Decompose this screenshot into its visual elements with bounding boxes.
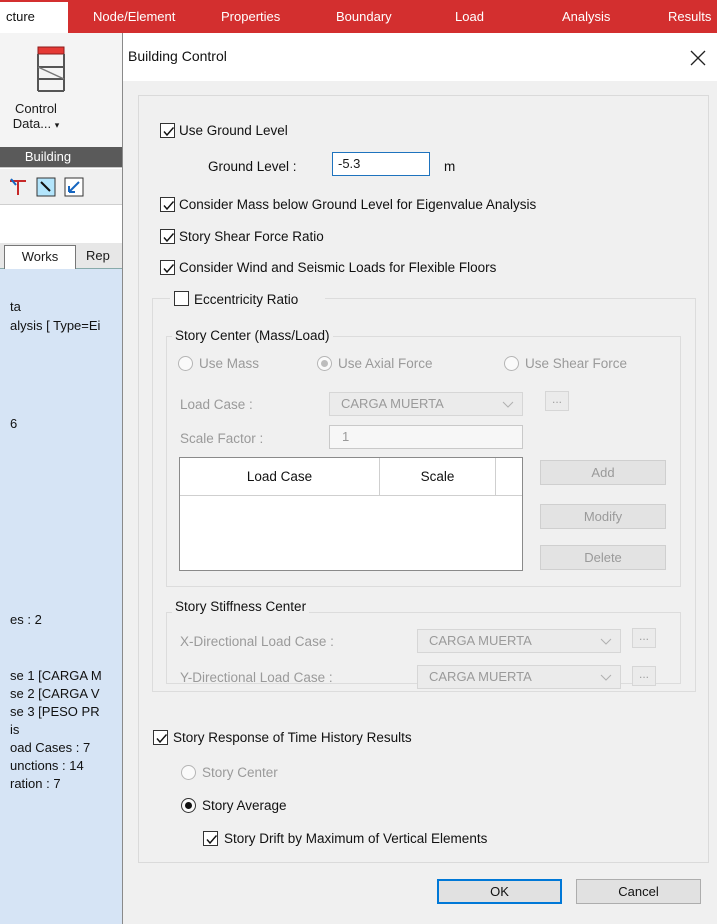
story-drift-checkbox[interactable]	[203, 831, 218, 846]
checkmark-icon	[156, 734, 168, 744]
select-polygon-icon[interactable]	[64, 177, 84, 197]
x-load-case-value: CARGA MUERTA	[429, 633, 532, 648]
ground-level-input[interactable]: -5.3	[332, 152, 430, 176]
checkmark-icon	[163, 233, 175, 243]
story-shear-checkbox[interactable]	[160, 229, 175, 244]
grid-header-load-case[interactable]: Load Case	[180, 458, 380, 496]
ok-button[interactable]: OK	[437, 879, 562, 904]
time-history-checkbox[interactable]	[153, 730, 168, 745]
checkmark-icon	[163, 264, 175, 274]
tree-item[interactable]: ta	[10, 299, 21, 314]
tab-properties[interactable]: Properties	[221, 0, 280, 33]
tree-item[interactable]: ration : 7	[10, 776, 61, 791]
y-load-case-browse-button[interactable]: ...	[632, 666, 656, 686]
load-case-browse-button[interactable]: ...	[545, 391, 569, 411]
time-history-label: Story Response of Time History Results	[173, 730, 412, 745]
toolbar	[0, 169, 122, 205]
modify-button[interactable]: Modify	[540, 504, 666, 529]
checkmark-icon	[206, 835, 218, 845]
tab-boundary[interactable]: Boundary	[336, 0, 392, 33]
ribbon-group-bar: Building	[0, 147, 122, 167]
x-load-case-browse-button[interactable]: ...	[632, 628, 656, 648]
y-load-case-label: Y-Directional Load Case :	[180, 670, 333, 685]
control-data-label[interactable]: Control Data... ▾	[6, 101, 66, 131]
story-center-radio-label: Story Center	[202, 765, 278, 780]
tab-report[interactable]: Rep	[86, 248, 110, 263]
ground-level-label: Ground Level :	[208, 159, 297, 174]
tree-item[interactable]: is	[10, 722, 19, 737]
grid-header-blank	[496, 458, 522, 496]
dialog-title: Building Control	[128, 48, 227, 64]
scale-factor-input[interactable]: 1	[329, 425, 523, 449]
x-load-case-label: X-Directional Load Case :	[180, 634, 334, 649]
use-mass-radio[interactable]	[178, 356, 193, 371]
checkmark-icon	[163, 127, 175, 137]
tab-load[interactable]: Load	[455, 0, 484, 33]
tree-item[interactable]: se 2 [CARGA V	[10, 686, 100, 701]
wind-seismic-checkbox[interactable]	[160, 260, 175, 275]
eccentricity-label: Eccentricity Ratio	[194, 292, 299, 307]
dialog-titlebar: Building Control	[123, 33, 717, 81]
select-node-icon[interactable]	[8, 177, 28, 197]
close-button[interactable]	[683, 43, 713, 73]
tree-item[interactable]: es : 2	[10, 612, 42, 627]
grid-header-scale[interactable]: Scale	[380, 458, 496, 496]
ribbon-group-label: Building	[0, 147, 96, 167]
story-average-radio[interactable]	[181, 798, 196, 813]
stiffness-center-title: Story Stiffness Center	[172, 599, 310, 614]
story-drift-label: Story Drift by Maximum of Vertical Eleme…	[224, 831, 488, 846]
story-average-label: Story Average	[202, 798, 287, 813]
add-button[interactable]: Add	[540, 460, 666, 485]
cancel-button[interactable]: Cancel	[576, 879, 701, 904]
tree-item[interactable]: unctions : 14	[10, 758, 84, 773]
works-tree: ta alysis [ Type=Ei 6 es : 2 se 1 [CARGA…	[0, 269, 122, 924]
story-center-radio[interactable]	[181, 765, 196, 780]
wind-seismic-label: Consider Wind and Seismic Loads for Flex…	[179, 260, 497, 275]
use-axial-force-label: Use Axial Force	[338, 356, 433, 371]
tree-item[interactable]: oad Cases : 7	[10, 740, 90, 755]
load-case-label: Load Case :	[180, 397, 253, 412]
tab-works[interactable]: Works	[4, 245, 76, 269]
tree-item[interactable]: 6	[10, 416, 17, 431]
consider-mass-checkbox[interactable]	[160, 197, 175, 212]
delete-button[interactable]: Delete	[540, 545, 666, 570]
use-axial-force-radio[interactable]	[317, 356, 332, 371]
tab-analysis[interactable]: Analysis	[562, 0, 610, 33]
tab-results[interactable]: Results	[668, 0, 711, 33]
tree-item[interactable]: se 3 [PESO PR	[10, 704, 100, 719]
ribbon-tab-bar: cture Node/Element Properties Boundary L…	[0, 0, 717, 33]
y-load-case-select[interactable]: CARGA MUERTA	[417, 665, 621, 689]
use-mass-label: Use Mass	[199, 356, 260, 371]
chevron-down-icon	[600, 666, 612, 695]
load-case-value: CARGA MUERTA	[341, 396, 444, 411]
story-center-title: Story Center (Mass/Load)	[172, 328, 333, 343]
use-shear-force-label: Use Shear Force	[525, 356, 628, 371]
tree-item[interactable]: alysis [ Type=Ei	[10, 318, 100, 333]
close-icon	[690, 50, 706, 66]
load-case-select[interactable]: CARGA MUERTA	[329, 392, 523, 416]
x-load-case-select[interactable]: CARGA MUERTA	[417, 629, 621, 653]
story-shear-label: Story Shear Force Ratio	[179, 229, 324, 244]
ground-level-unit: m	[444, 159, 456, 174]
tab-node-element[interactable]: Node/Element	[93, 0, 175, 33]
checkmark-icon	[163, 201, 175, 211]
scale-factor-label: Scale Factor :	[180, 431, 264, 446]
building-frame-icon[interactable]	[30, 45, 72, 95]
use-ground-level-checkbox[interactable]	[160, 123, 175, 138]
eccentricity-checkbox[interactable]	[174, 291, 189, 306]
use-ground-level-label: Use Ground Level	[179, 123, 288, 138]
tab-structure[interactable]: cture	[0, 0, 68, 33]
y-load-case-value: CARGA MUERTA	[429, 669, 532, 684]
tree-item[interactable]: se 1 [CARGA M	[10, 668, 102, 683]
tree-tabs: Works Rep	[0, 243, 122, 269]
background-app-pane: Control Data... ▾ Building Works Rep ta …	[0, 33, 122, 924]
load-case-grid[interactable]: Load Case Scale	[179, 457, 523, 571]
use-shear-force-radio[interactable]	[504, 356, 519, 371]
chevron-down-icon	[600, 630, 612, 659]
chevron-down-icon	[502, 393, 514, 422]
consider-mass-label: Consider Mass below Ground Level for Eig…	[179, 197, 537, 212]
ribbon-panel: Control Data... ▾ Building	[0, 33, 122, 168]
select-window-icon[interactable]	[36, 177, 56, 197]
